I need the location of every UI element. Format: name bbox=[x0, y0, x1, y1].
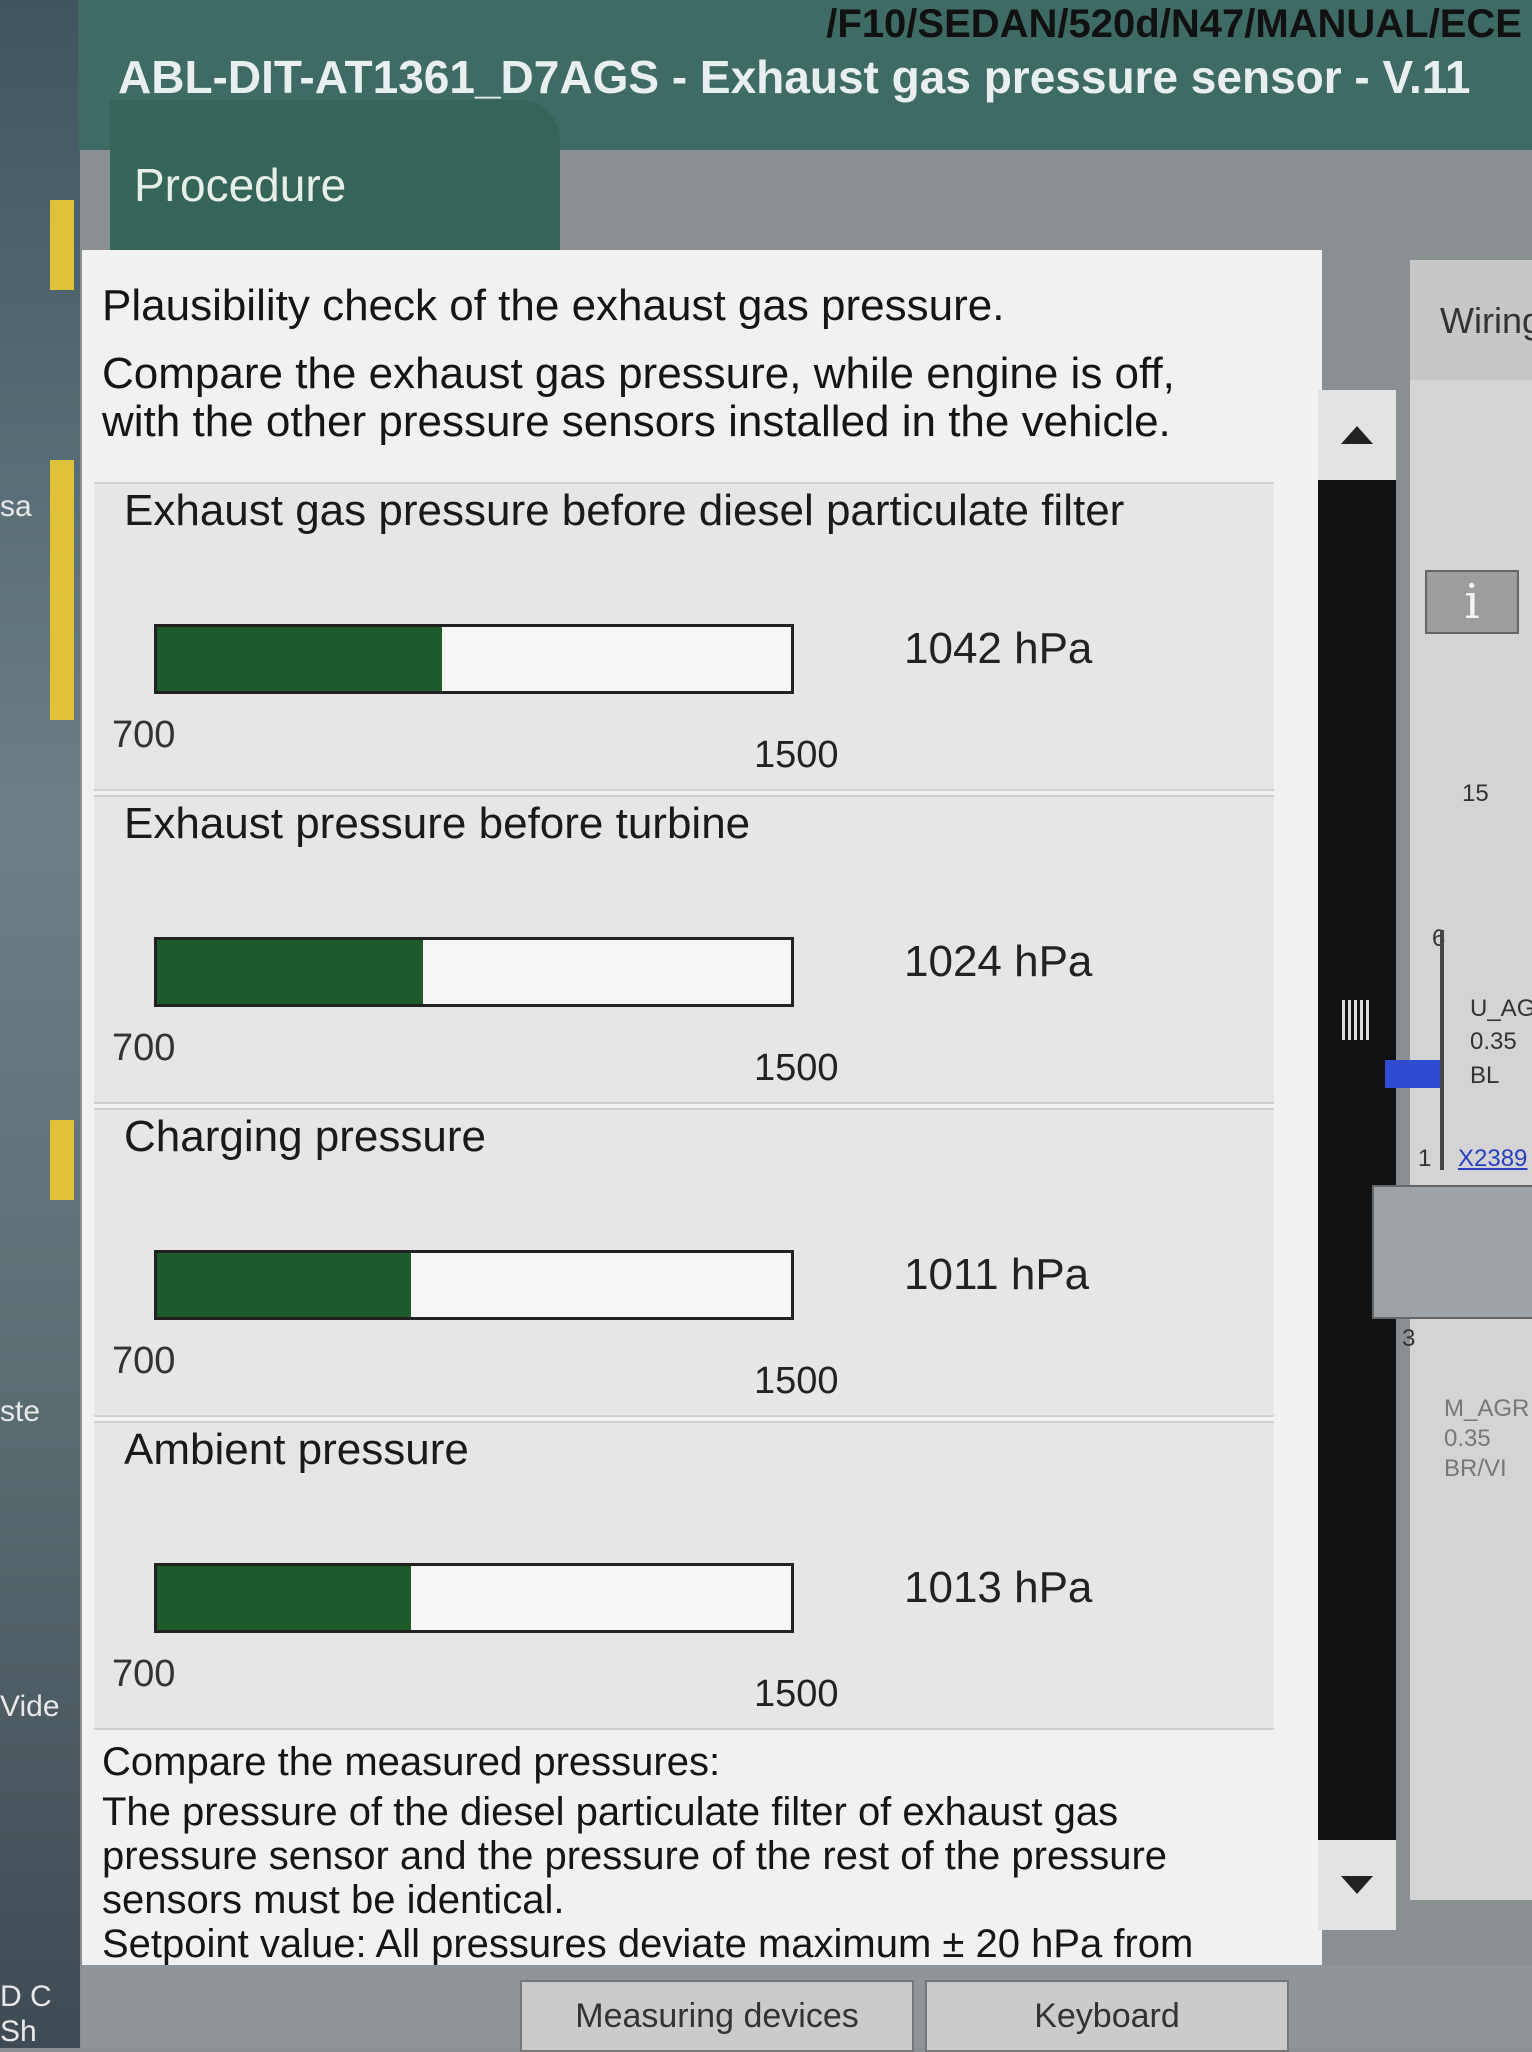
compare-heading: Compare the measured pressures: bbox=[102, 1740, 721, 1784]
tab-label: Procedure bbox=[134, 159, 347, 211]
window-title: ABL-DIT-AT1361_D7AGS - Exhaust gas press… bbox=[118, 51, 1471, 103]
gauge-max: 1500 bbox=[754, 1673, 839, 1715]
pressure-bar-fill bbox=[157, 627, 443, 691]
wire-color: BR/VI bbox=[1444, 1455, 1507, 1482]
gauge-min: 700 bbox=[112, 1340, 176, 1382]
gauge-card: Exhaust pressure before turbine 700 1500… bbox=[94, 795, 1274, 1104]
desktop-marker bbox=[50, 1120, 74, 1200]
wire-name: U_AG bbox=[1470, 995, 1532, 1022]
gauge-title: Exhaust pressure before turbine bbox=[124, 799, 751, 848]
wire-size: 0.35 bbox=[1470, 1028, 1517, 1055]
gauge-max: 1500 bbox=[754, 1360, 839, 1402]
gauge-value: 1011 hPa bbox=[904, 1250, 1090, 1299]
info-icon[interactable]: i bbox=[1425, 570, 1519, 634]
arrow-down-icon bbox=[1341, 1876, 1373, 1894]
desktop-label: sa bbox=[0, 490, 32, 523]
scroll-down-button[interactable] bbox=[1318, 1840, 1396, 1930]
gauge-min: 700 bbox=[112, 1653, 176, 1695]
measuring-devices-button[interactable]: Measuring devices bbox=[520, 1980, 914, 2052]
desktop-label: ste bbox=[0, 1395, 41, 1428]
gauge-card: Charging pressure 700 1500 1011 hPa bbox=[94, 1108, 1274, 1417]
procedure-panel: Plausibility check of the exhaust gas pr… bbox=[82, 250, 1322, 1970]
gauge-title: Charging pressure bbox=[124, 1112, 486, 1161]
sensor-symbol bbox=[1372, 1185, 1532, 1319]
wiring-panel bbox=[1410, 300, 1532, 1900]
gauge-value: 1042 hPa bbox=[904, 624, 1093, 673]
gauge-max: 1500 bbox=[754, 1047, 839, 1089]
gauge-value: 1024 hPa bbox=[904, 937, 1093, 986]
desktop-label: Sh bbox=[0, 2015, 37, 2048]
gauge-title: Ambient pressure bbox=[124, 1425, 469, 1474]
scrollbar[interactable] bbox=[1318, 390, 1396, 1930]
pressure-bar bbox=[154, 1563, 794, 1633]
pin-label: 1 bbox=[1418, 1145, 1432, 1172]
tab-procedure[interactable]: Procedure bbox=[110, 100, 560, 270]
wire-name: M_AGR bbox=[1444, 1395, 1530, 1422]
arrow-up-icon bbox=[1341, 426, 1373, 444]
setpoint-text: Setpoint value: All pressures deviate ma… bbox=[102, 1922, 1194, 1966]
pressure-bar-fill bbox=[157, 940, 424, 1004]
tab-wiring[interactable]: Wiring bbox=[1410, 260, 1532, 380]
pressure-bar bbox=[154, 937, 794, 1007]
vehicle-path: /F10/SEDAN/520d/N47/MANUAL/ECE bbox=[826, 2, 1522, 46]
scroll-grip-icon[interactable] bbox=[1342, 1000, 1372, 1040]
gauge-max: 1500 bbox=[754, 734, 839, 776]
pin-label: 15 bbox=[1462, 780, 1489, 807]
desktop-strip: sa ste Vide D C Sh bbox=[0, 0, 80, 2048]
desktop-label: D C bbox=[0, 1980, 52, 2013]
compare-text: The pressure of the diesel particulate f… bbox=[102, 1790, 1168, 1922]
intro-text: Compare the exhaust gas pressure, while … bbox=[102, 349, 1175, 446]
pressure-bar-fill bbox=[157, 1566, 411, 1630]
gauge-value: 1013 hPa bbox=[904, 1563, 1093, 1612]
desktop-label: Vide bbox=[0, 1690, 60, 1723]
keyboard-button[interactable]: Keyboard bbox=[925, 1980, 1289, 2052]
wire-color: BL bbox=[1470, 1062, 1500, 1089]
intro-heading: Plausibility check of the exhaust gas pr… bbox=[102, 281, 1005, 330]
scroll-up-button[interactable] bbox=[1318, 390, 1396, 480]
gauge-min: 700 bbox=[112, 714, 176, 756]
pin-label: 3 bbox=[1402, 1325, 1416, 1352]
gauge-min: 700 bbox=[112, 1027, 176, 1069]
wire-line bbox=[1440, 930, 1444, 1170]
gauge-card: Exhaust gas pressure before diesel parti… bbox=[94, 482, 1274, 791]
wire-size: 0.35 bbox=[1444, 1425, 1491, 1452]
desktop-marker bbox=[50, 460, 74, 720]
gauge-title: Exhaust gas pressure before diesel parti… bbox=[124, 486, 1125, 535]
pressure-bar bbox=[154, 624, 794, 694]
wire-color-swatch bbox=[1385, 1060, 1440, 1088]
pressure-bar-fill bbox=[157, 1253, 411, 1317]
desktop-marker bbox=[50, 200, 74, 290]
pressure-bar bbox=[154, 1250, 794, 1320]
gauge-card: Ambient pressure 700 1500 1013 hPa bbox=[94, 1421, 1274, 1730]
connector-link[interactable]: X2389 bbox=[1458, 1145, 1527, 1173]
